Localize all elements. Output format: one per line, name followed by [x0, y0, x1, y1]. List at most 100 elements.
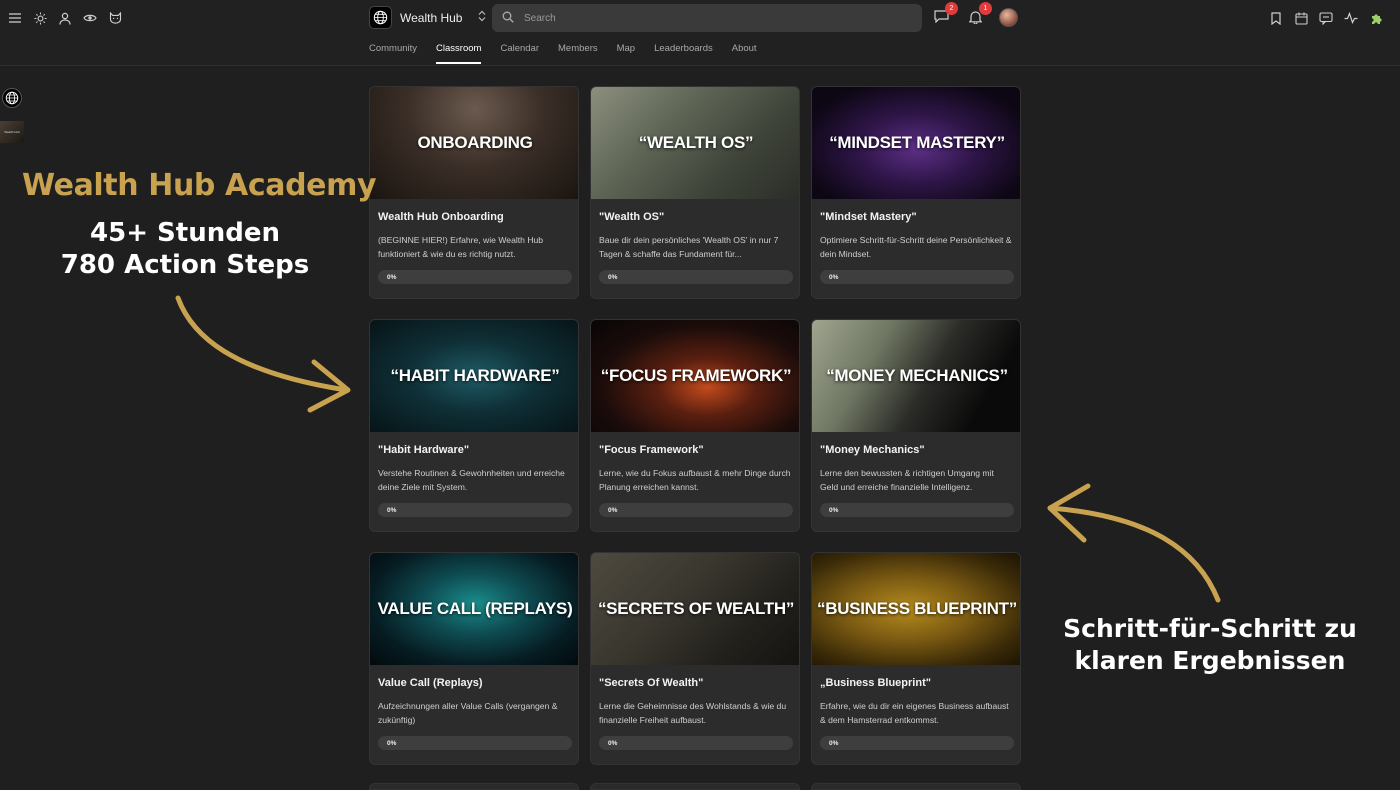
progress-label: 0%	[608, 739, 618, 747]
tab-leaderboards[interactable]: Leaderboards	[654, 43, 713, 64]
course-card[interactable]: “HABIT HARDWARE” "Habit Hardware" Verste…	[369, 319, 579, 532]
chevron-up-down-icon	[478, 10, 486, 25]
sidebar-group-logo[interactable]	[2, 88, 22, 108]
progress-label: 0%	[829, 273, 839, 281]
course-card[interactable]: ONBOARDING Wealth Hub Onboarding (BEGINN…	[369, 86, 579, 299]
course-thumbnail: VALUE CALL (REPLAYS)	[370, 553, 578, 665]
progress-label: 0%	[387, 739, 397, 747]
course-card[interactable]: “FOCUS FRAMEWORK” "Focus Framework" Lern…	[590, 319, 800, 532]
progress-label: 0%	[829, 506, 839, 514]
course-card[interactable]: “WEALTH OS” "Wealth OS" Baue dir dein pe…	[590, 86, 800, 299]
course-card[interactable]: “MONEY MECHANICS” "Money Mechanics" Lern…	[811, 319, 1021, 532]
course-description: Erfahre, wie du dir ein eigenes Business…	[820, 701, 1009, 725]
course-thumbnail: “BUSINESS BLUEPRINT”	[812, 553, 1020, 665]
course-thumbnail: “MONEY MECHANICS”	[812, 320, 1020, 432]
progress-bar: 0%	[599, 736, 793, 750]
course-thumbnail: “FOCUS FRAMEWORK”	[591, 320, 799, 432]
menu-icon[interactable]	[6, 9, 24, 27]
arrow-left-icon	[175, 295, 351, 413]
course-description: Lerne die Geheimnisse des Wohlstands & w…	[599, 701, 787, 725]
course-title: "Habit Hardware"	[378, 444, 470, 456]
course-thumbnail: ONBOARDING	[370, 87, 578, 199]
course-card-partial[interactable]	[369, 783, 579, 790]
activity-icon[interactable]	[1342, 9, 1360, 27]
arrow-right-icon	[1047, 483, 1221, 603]
thumbnail-title: ONBOARDING	[417, 133, 533, 152]
progress-bar: 0%	[599, 503, 793, 517]
left-toolbar	[6, 9, 124, 27]
course-thumbnail: “HABIT HARDWARE”	[370, 320, 578, 432]
thumbnail-title: “WEALTH OS”	[638, 133, 754, 152]
tab-about[interactable]: About	[732, 43, 757, 64]
course-card[interactable]: “MINDSET MASTERY” "Mindset Mastery" Opti…	[811, 86, 1021, 299]
promo-steps: 780 Action Steps	[60, 250, 310, 280]
progress-label: 0%	[387, 506, 397, 514]
course-title: "Wealth OS"	[599, 211, 665, 223]
course-description: Lerne den bewussten & richtigen Umgang m…	[820, 468, 994, 492]
calendar-icon[interactable]	[1292, 9, 1310, 27]
cat-icon[interactable]	[106, 9, 124, 27]
course-description: (BEGINNE HIER!) Erfahre, wie Wealth Hub …	[378, 235, 544, 259]
tab-classroom[interactable]: Classroom	[436, 43, 482, 64]
tab-community[interactable]: Community	[369, 43, 417, 64]
progress-bar: 0%	[599, 270, 793, 284]
globe-logo-icon	[369, 6, 392, 29]
course-title: Value Call (Replays)	[378, 677, 483, 689]
course-description: Verstehe Routinen & Gewohnheiten und err…	[378, 468, 565, 492]
thumbnail-title: “SECRETS OF WEALTH”	[597, 599, 795, 618]
course-thumbnail: “SECRETS OF WEALTH”	[591, 553, 799, 665]
chat-badge: 2	[945, 2, 958, 15]
tab-calendar[interactable]: Calendar	[500, 43, 539, 64]
eye-icon[interactable]	[81, 9, 99, 27]
course-title: "Money Mechanics"	[820, 444, 925, 456]
bell-badge: 1	[979, 2, 992, 15]
thumbnail-title: “MINDSET MASTERY”	[829, 133, 1005, 152]
message-icon[interactable]	[1317, 9, 1335, 27]
group-switcher[interactable]: Wealth Hub	[369, 6, 486, 29]
course-card[interactable]: “BUSINESS BLUEPRINT” „Business Blueprint…	[811, 552, 1021, 765]
course-description: Optimiere Schritt-für-Schritt deine Pers…	[820, 235, 1012, 259]
course-card[interactable]: VALUE CALL (REPLAYS) Value Call (Replays…	[369, 552, 579, 765]
tab-members[interactable]: Members	[558, 43, 598, 64]
course-title: "Mindset Mastery"	[820, 211, 917, 223]
course-card[interactable]: “SECRETS OF WEALTH” "Secrets Of Wealth" …	[590, 552, 800, 765]
thumbnail-title: “FOCUS FRAMEWORK”	[600, 366, 792, 385]
promo-right-line2: klaren Ergebnissen	[1074, 646, 1346, 675]
progress-label: 0%	[608, 506, 618, 514]
thumbnail-title: VALUE CALL (REPLAYS)	[377, 599, 573, 618]
thumbnail-title: “HABIT HARDWARE”	[390, 366, 560, 385]
puzzle-icon[interactable]	[1367, 9, 1385, 27]
thumbnail-title: “MONEY MECHANICS”	[826, 366, 1008, 385]
course-description: Lerne, wie du Fokus aufbaust & mehr Ding…	[599, 468, 791, 492]
group-name: Wealth Hub	[400, 10, 463, 25]
notifications-button[interactable]: 1	[965, 2, 992, 28]
progress-bar: 0%	[820, 503, 1014, 517]
promo-right-line1: Schritt-für-Schritt zu	[1063, 614, 1357, 643]
search-input[interactable]	[524, 12, 904, 24]
course-card-partial[interactable]	[590, 783, 800, 790]
nav-tabs: Community Classroom Calendar Members Map…	[369, 43, 757, 64]
promo-hours: 45+ Stunden	[90, 218, 280, 248]
sidebar-group-thumbnail[interactable]: Wealth Hub	[0, 121, 24, 143]
right-toolbar	[1267, 9, 1385, 27]
chat-button[interactable]: 2	[931, 2, 958, 28]
bookmark-icon[interactable]	[1267, 9, 1285, 27]
avatar[interactable]	[999, 8, 1018, 27]
promo-title: Wealth Hub Academy	[22, 168, 377, 203]
course-description: Aufzeichnungen aller Value Calls (vergan…	[378, 701, 558, 725]
progress-label: 0%	[608, 273, 618, 281]
thumbnail-title: “BUSINESS BLUEPRINT”	[817, 599, 1017, 618]
progress-bar: 0%	[378, 270, 572, 284]
progress-label: 0%	[829, 739, 839, 747]
course-thumbnail: “WEALTH OS”	[591, 87, 799, 199]
user-icon[interactable]	[56, 9, 74, 27]
top-bar: Wealth Hub 2 1	[0, 0, 1400, 66]
progress-bar: 0%	[820, 270, 1014, 284]
progress-bar: 0%	[378, 503, 572, 517]
progress-bar: 0%	[820, 736, 1014, 750]
tab-map[interactable]: Map	[617, 43, 635, 64]
search-bar[interactable]	[492, 4, 922, 32]
course-title: "Focus Framework"	[599, 444, 704, 456]
sun-icon[interactable]	[31, 9, 49, 27]
course-card-partial[interactable]	[811, 783, 1021, 790]
